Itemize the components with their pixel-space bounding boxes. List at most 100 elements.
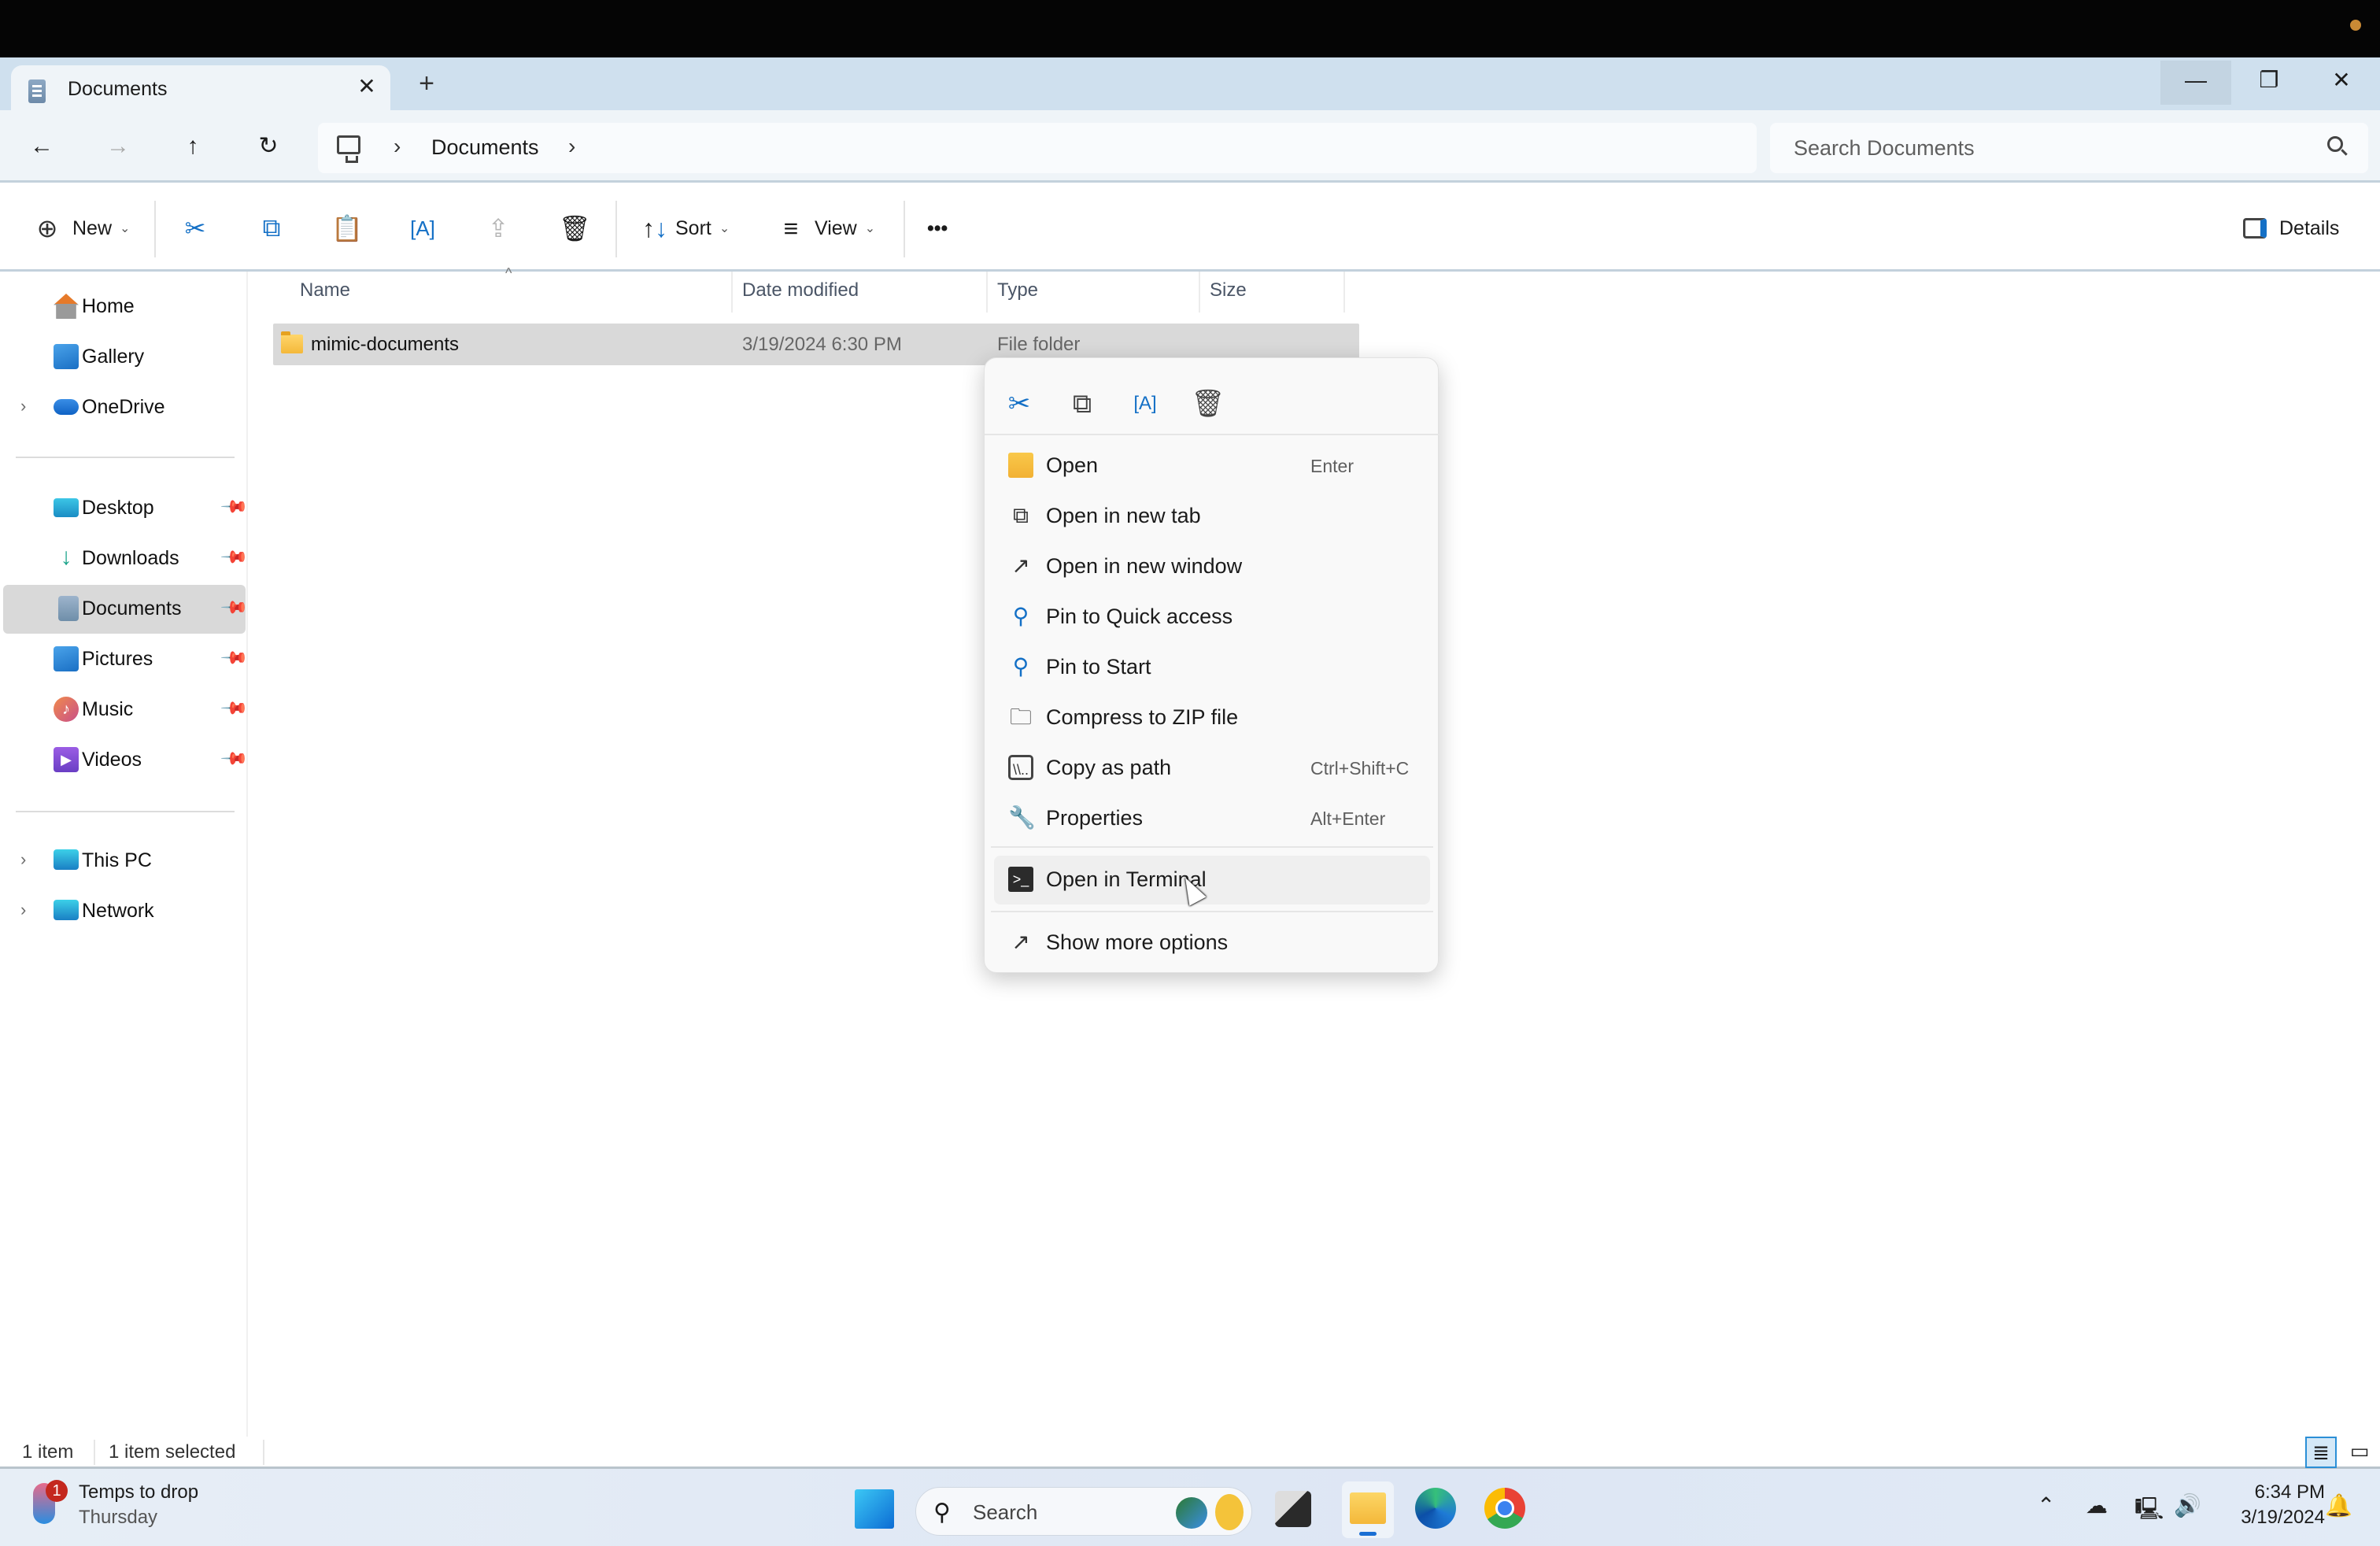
clock-time[interactable]: 6:34 PM bbox=[2238, 1481, 2325, 1503]
menu-item-compress-to-zip[interactable]: 🗀 Compress to ZIP file bbox=[994, 693, 1430, 742]
sidebar-item-videos[interactable]: ▶ Videos 📌 bbox=[3, 736, 249, 785]
this-pc-icon[interactable] bbox=[337, 135, 360, 163]
cut-button[interactable]: ✂ bbox=[179, 209, 211, 248]
volume-icon[interactable]: 🔊 bbox=[2174, 1492, 2201, 1518]
refresh-icon[interactable]: ↻ bbox=[249, 128, 288, 167]
copy-icon: ⧉ bbox=[262, 213, 281, 242]
pictures-icon bbox=[54, 646, 79, 671]
column-divider[interactable] bbox=[986, 272, 988, 313]
details-pane-icon bbox=[2243, 218, 2267, 239]
breadcrumb-chevron-icon[interactable]: › bbox=[568, 134, 575, 159]
taskbar-search[interactable]: ⚲ Search bbox=[915, 1487, 1252, 1536]
details-pane-button[interactable]: Details bbox=[2243, 209, 2339, 248]
menu-item-properties[interactable]: 🔧 Properties Alt+Enter bbox=[994, 794, 1430, 843]
sidebar-item-onedrive[interactable]: › OneDrive bbox=[3, 383, 246, 432]
notifications-bell-icon[interactable]: 🔔 bbox=[2325, 1492, 2352, 1518]
pin-icon[interactable]: 📌 bbox=[220, 492, 249, 522]
forward-icon[interactable]: → bbox=[98, 128, 138, 167]
show-hidden-icons-icon[interactable]: ⌃ bbox=[2037, 1492, 2055, 1518]
file-explorer-icon[interactable] bbox=[1342, 1481, 1394, 1538]
breadcrumb-documents[interactable]: Documents bbox=[431, 135, 539, 160]
delete-button[interactable]: 🗑 bbox=[559, 209, 591, 248]
chevron-right-icon[interactable]: › bbox=[20, 900, 26, 920]
delete-icon[interactable]: 🗑 bbox=[1184, 380, 1232, 427]
share-button[interactable]: ⇪ bbox=[482, 209, 514, 248]
paste-button[interactable]: 📋 bbox=[331, 209, 363, 248]
new-button[interactable]: ⊕ New ⌄ bbox=[31, 209, 131, 248]
column-header-type[interactable]: Type bbox=[997, 279, 1038, 319]
menu-item-open-in-terminal[interactable]: >_ Open in Terminal bbox=[994, 856, 1430, 904]
delete-icon: 🗑 bbox=[559, 214, 591, 242]
chrome-icon[interactable] bbox=[1484, 1488, 1525, 1529]
column-divider[interactable] bbox=[1199, 272, 1200, 313]
sort-button[interactable]: ↑↓ Sort ⌄ bbox=[639, 209, 730, 248]
menu-item-label: Copy as path bbox=[1046, 756, 1172, 779]
large-icons-view-icon[interactable]: ▭ bbox=[2344, 1437, 2375, 1468]
network-icon bbox=[54, 900, 79, 920]
onedrive-off-icon[interactable]: ☁ bbox=[2086, 1492, 2108, 1518]
menu-item-copy-as-path[interactable]: \\.. Copy as path Ctrl+Shift+C bbox=[994, 744, 1430, 793]
network-ethernet-icon[interactable]: 🖳 bbox=[2134, 1492, 2164, 1530]
sidebar-item-music[interactable]: ♪ Music 📌 bbox=[3, 686, 249, 734]
details-view-icon[interactable]: ≣ bbox=[2305, 1437, 2337, 1468]
sidebar-item-downloads[interactable]: ↓ Downloads 📌 bbox=[3, 534, 249, 583]
copy-icon[interactable]: ⧉ bbox=[1059, 380, 1106, 427]
clock-date[interactable]: 3/19/2024 bbox=[2223, 1507, 2325, 1529]
menu-item-show-more-options[interactable]: ↗ Show more options bbox=[994, 919, 1430, 967]
pin-icon[interactable]: 📌 bbox=[220, 744, 249, 774]
view-button[interactable]: ≡ View ⌄ bbox=[775, 209, 876, 248]
search-highlight-sun-icon bbox=[1215, 1494, 1244, 1530]
close-tab-icon[interactable]: ✕ bbox=[353, 73, 381, 99]
column-header-size[interactable]: Size bbox=[1210, 279, 1247, 319]
file-type: File folder bbox=[997, 334, 1081, 355]
breadcrumb-chevron-icon[interactable]: › bbox=[394, 134, 401, 159]
pin-icon[interactable]: 📌 bbox=[220, 643, 249, 673]
edge-icon[interactable] bbox=[1415, 1488, 1456, 1529]
address-bar[interactable]: › Documents › bbox=[318, 123, 1757, 173]
weather-title[interactable]: Temps to drop bbox=[79, 1481, 198, 1503]
close-window-icon[interactable]: ✕ bbox=[2306, 61, 2377, 105]
chevron-right-icon[interactable]: › bbox=[20, 396, 26, 416]
rename-button[interactable]: [A] bbox=[407, 209, 438, 248]
minimize-icon[interactable]: — bbox=[2160, 61, 2231, 105]
pin-icon[interactable]: 📌 bbox=[220, 693, 249, 723]
menu-item-pin-to-start[interactable]: ⚲ Pin to Start bbox=[994, 643, 1430, 692]
sidebar-item-pictures[interactable]: Pictures 📌 bbox=[3, 635, 249, 684]
restore-icon[interactable]: ❐ bbox=[2234, 61, 2304, 105]
chevron-right-icon[interactable]: › bbox=[20, 849, 26, 870]
copy-button[interactable]: ⧉ bbox=[256, 209, 287, 248]
open-new-window-icon: ↗ bbox=[1011, 553, 1030, 578]
menu-item-open[interactable]: Open Enter bbox=[994, 442, 1430, 490]
column-divider[interactable] bbox=[731, 272, 733, 313]
sidebar-item-documents[interactable]: Documents 📌 bbox=[3, 585, 249, 634]
search-input[interactable]: Search Documents bbox=[1770, 123, 2368, 173]
more-options-button[interactable]: ••• bbox=[927, 209, 948, 248]
menu-item-open-in-new-tab[interactable]: ⧉ Open in new tab bbox=[994, 492, 1430, 541]
column-divider[interactable] bbox=[1343, 272, 1345, 313]
sidebar-item-desktop[interactable]: Desktop 📌 bbox=[3, 484, 249, 533]
cut-icon[interactable]: ✂ bbox=[996, 380, 1043, 427]
pin-icon[interactable]: 📌 bbox=[220, 593, 249, 623]
sidebar-item-this-pc[interactable]: › This PC bbox=[3, 837, 246, 886]
status-bar: 1 item 1 item selected ≣ ▭ bbox=[0, 1437, 2380, 1469]
tab-title: Documents bbox=[68, 78, 168, 100]
task-view-icon[interactable] bbox=[1275, 1491, 1311, 1527]
column-header-name[interactable]: Name bbox=[300, 279, 350, 319]
sidebar-item-home[interactable]: Home bbox=[3, 283, 246, 331]
column-header-date-modified[interactable]: Date modified bbox=[742, 279, 859, 319]
sidebar-item-network[interactable]: › Network bbox=[3, 887, 246, 936]
pin-icon: ⚲ bbox=[1012, 654, 1029, 679]
menu-item-shortcut: Ctrl+Shift+C bbox=[1310, 758, 1410, 779]
start-icon[interactable] bbox=[855, 1489, 894, 1529]
menu-item-pin-to-quick-access[interactable]: ⚲ Pin to Quick access bbox=[994, 593, 1430, 642]
sidebar-item-gallery[interactable]: Gallery bbox=[3, 333, 246, 382]
back-icon[interactable]: ← bbox=[22, 128, 61, 167]
menu-item-open-in-new-window[interactable]: ↗ Open in new window bbox=[994, 542, 1430, 591]
tab-documents[interactable]: Documents ✕ bbox=[11, 65, 390, 113]
new-tab-button[interactable]: + bbox=[412, 68, 441, 99]
up-icon[interactable]: ↑ bbox=[173, 128, 213, 167]
rename-icon[interactable]: [A] bbox=[1122, 380, 1169, 427]
pin-icon[interactable]: 📌 bbox=[220, 542, 249, 572]
recording-indicator-icon bbox=[2350, 20, 2361, 31]
share-icon: ⇪ bbox=[487, 214, 509, 242]
